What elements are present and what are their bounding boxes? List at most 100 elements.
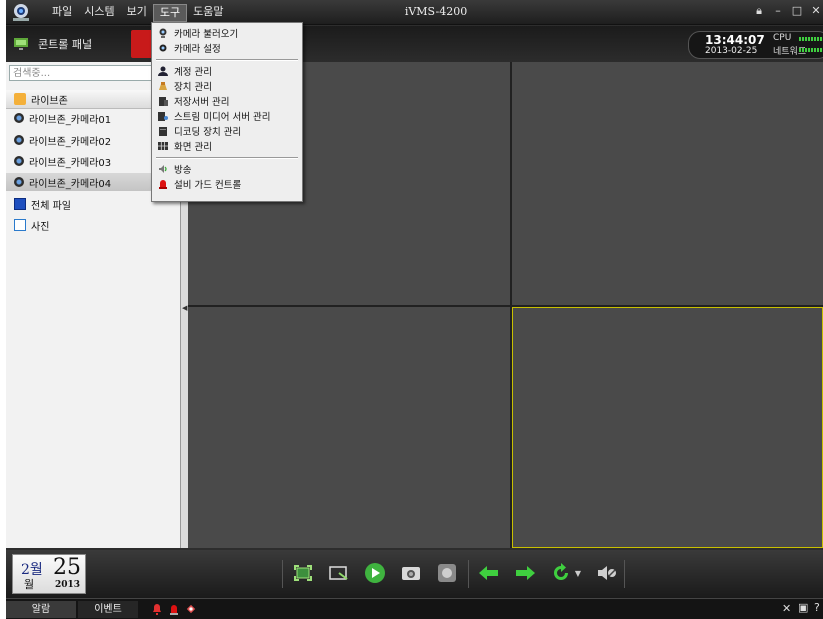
restore-icon[interactable]: ▣: [798, 601, 808, 614]
menu-tools[interactable]: 도구: [152, 4, 188, 22]
menu-item-label: 카메라 불러오기: [174, 29, 239, 40]
alarm-bell-icon[interactable]: [152, 603, 162, 615]
menu-item-label: 저장서버 관리: [174, 97, 230, 108]
all-files-label: 전체 파일: [31, 200, 71, 212]
maximize-icon[interactable]: □: [790, 4, 804, 18]
folder-icon: [14, 93, 26, 105]
app-logo-icon[interactable]: [10, 2, 32, 22]
tools-dropdown-menu: 카메라 불러오기 카메라 설정 계정 관리 장치 관리 저장서버 관리 스트림 …: [151, 22, 303, 202]
refresh-button[interactable]: [550, 562, 572, 584]
clock-date: 2013-02-25: [705, 46, 758, 56]
clock-time: 13:44:07: [705, 33, 765, 47]
broadcast-icon: [159, 165, 167, 173]
menu-system[interactable]: 시스템: [78, 0, 120, 24]
volume-mute-icon: [598, 566, 616, 580]
menu-help[interactable]: 도움말: [187, 0, 229, 24]
stream-server-icon: [158, 112, 168, 121]
date-month-suffix: 월: [24, 578, 35, 591]
snapshot-button[interactable]: [400, 562, 422, 584]
window-title: iVMS-4200: [404, 5, 468, 18]
video-tile-4[interactable]: [512, 307, 823, 548]
pin-icon[interactable]: ✕: [782, 602, 791, 615]
minimize-icon[interactable]: –: [771, 4, 785, 18]
screen-grid-icon: [158, 142, 168, 150]
fullscreen-button[interactable]: [292, 562, 314, 584]
volume-button[interactable]: [596, 562, 618, 584]
menu-item-label: 화면 관리: [174, 142, 212, 153]
video-tile-3[interactable]: [188, 307, 510, 548]
help-icon[interactable]: ?: [814, 601, 820, 614]
status-bar: 알람 이벤트 ✕ ▣ ?: [6, 598, 823, 619]
chevron-down-icon: ▼: [574, 568, 582, 578]
date-widget: 2월 월 25 2013: [12, 554, 86, 594]
menu-item-label: 스트림 미디어 서버 관리: [174, 112, 271, 123]
menu-view[interactable]: 보기: [121, 0, 153, 24]
next-button[interactable]: [514, 562, 536, 584]
photo-icon: [14, 219, 26, 231]
record-button[interactable]: [436, 562, 458, 584]
menu-item-device[interactable]: 장치 관리: [152, 79, 302, 93]
network-meter: [799, 48, 823, 52]
control-panel-header: 콘트롤 패널 13:44:07 2013-02-25 CPU 네트워크: [6, 26, 823, 62]
tree-photos[interactable]: 사진: [6, 216, 180, 234]
menu-item-guard-control[interactable]: 설비 가드 컨트롤: [152, 177, 302, 191]
alarm-siren-icon[interactable]: [169, 603, 179, 615]
window-split-icon: [329, 566, 348, 580]
cpu-label: CPU: [773, 33, 792, 43]
camera-settings-icon: [159, 44, 167, 52]
refresh-icon: [554, 563, 568, 580]
window-controls: 🔒︎ – □ ✕: [752, 4, 823, 18]
ivms-window: 파일 시스템 보기 도구 도움말 iVMS-4200 🔒︎ – □ ✕ 콘트롤 …: [6, 0, 823, 619]
cpu-meter: [799, 37, 823, 41]
menu-item-storage-server[interactable]: 저장서버 관리: [152, 94, 302, 108]
menu-item-decoder[interactable]: 디코딩 장치 관리: [152, 124, 302, 138]
camera-icon: [14, 177, 24, 187]
control-panel-tab[interactable]: 콘트롤 패널: [14, 32, 92, 56]
refresh-dropdown-button[interactable]: ▼: [573, 562, 583, 584]
record-icon: [438, 564, 456, 582]
lock-icon[interactable]: 🔒︎: [752, 4, 766, 18]
menu-item-stream-server[interactable]: 스트림 미디어 서버 관리: [152, 109, 302, 123]
menu-bar: 파일 시스템 보기 도구 도움말: [46, 0, 230, 24]
video-tile-2[interactable]: [512, 62, 823, 305]
control-panel-label: 콘트롤 패널: [38, 38, 93, 51]
menu-item-label: 계정 관리: [174, 67, 212, 78]
date-year: 2013: [55, 580, 81, 590]
menu-item-screen[interactable]: 화면 관리: [152, 139, 302, 153]
collapse-arrow-icon[interactable]: ◀: [182, 304, 187, 312]
control-panel-icon: [14, 38, 28, 50]
menu-item-label: 설비 가드 컨트롤: [174, 180, 242, 191]
camera-label: 라이브존_카메라04: [29, 178, 112, 190]
camera-label: 라이브존_카메라02: [29, 136, 112, 148]
tab-alarm[interactable]: 알람: [6, 601, 76, 618]
camera-load-icon: [159, 28, 167, 38]
menu-item-broadcast[interactable]: 방송: [152, 162, 302, 176]
menu-item-camera-settings[interactable]: 카메라 설정: [152, 41, 302, 55]
camera-icon: [14, 156, 24, 166]
menu-item-label: 카메라 설정: [174, 44, 221, 55]
menu-item-label: 방송: [174, 165, 192, 176]
tab-event[interactable]: 이벤트: [78, 601, 138, 618]
play-icon: [365, 563, 385, 583]
next-icon: [516, 566, 535, 580]
camera-icon: [14, 113, 24, 123]
toolbar-divider: [468, 560, 469, 588]
file-icon: [14, 198, 26, 210]
clock-widget: 13:44:07 2013-02-25 CPU 네트워크: [688, 31, 823, 59]
toolbar-divider: [282, 560, 283, 588]
menu-item-account[interactable]: 계정 관리: [152, 64, 302, 78]
title-bar: 파일 시스템 보기 도구 도움말 iVMS-4200 🔒︎ – □ ✕: [6, 0, 823, 25]
previous-button[interactable]: [478, 562, 500, 584]
play-button[interactable]: [364, 562, 386, 584]
menu-separator: [156, 157, 298, 159]
alarm-settings-icon[interactable]: [186, 603, 196, 615]
toolbar-divider: [624, 560, 625, 588]
photos-label: 사진: [31, 221, 50, 233]
menu-item-import-camera[interactable]: 카메라 불러오기: [152, 26, 302, 40]
menu-file[interactable]: 파일: [46, 0, 78, 24]
date-day: 25: [53, 555, 81, 580]
menu-item-label: 장치 관리: [174, 82, 212, 93]
close-icon[interactable]: ✕: [809, 4, 823, 18]
guard-alarm-icon: [159, 180, 167, 189]
window-split-button[interactable]: [328, 562, 350, 584]
